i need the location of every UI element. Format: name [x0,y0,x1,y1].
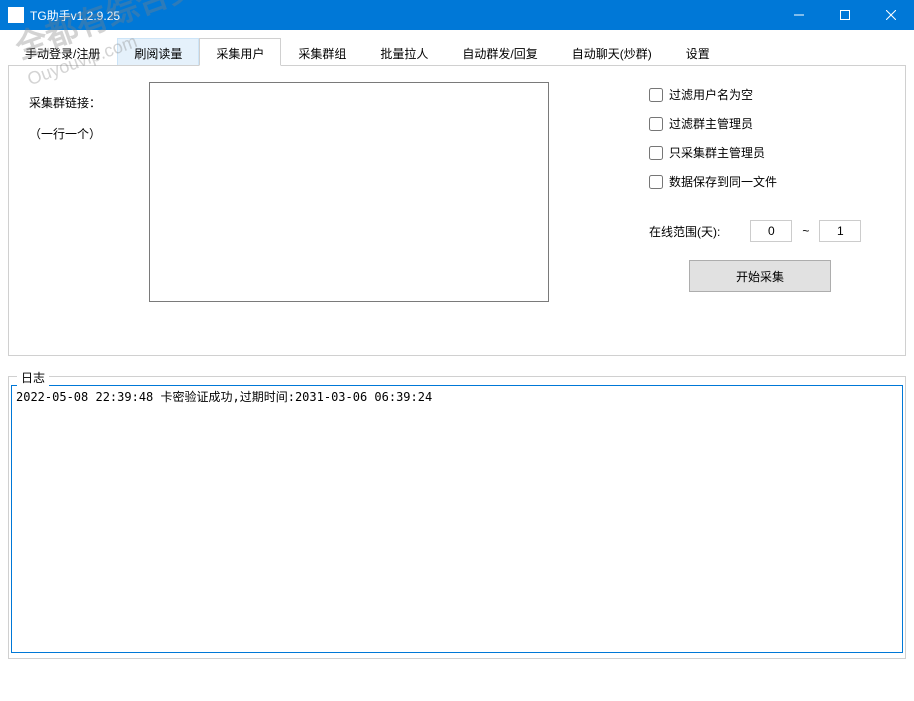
range-separator: ~ [802,224,809,238]
log-output[interactable] [11,385,903,653]
maximize-button[interactable] [822,0,868,30]
tab-settings[interactable]: 设置 [669,38,727,65]
checkbox-only-admin[interactable] [649,146,663,160]
tab-auto-send[interactable]: 自动群发/回复 [445,38,554,65]
checkbox-label: 过滤用户名为空 [669,86,753,103]
tab-auto-chat[interactable]: 自动聊天(炒群) [555,38,669,65]
checkbox-label: 过滤群主管理员 [669,115,753,132]
group-links-input[interactable] [149,82,549,302]
log-title: 日志 [17,369,49,386]
tab-collect-groups[interactable]: 采集群组 [281,38,363,65]
range-label: 在线范围(天): [649,223,720,240]
tab-collect-users[interactable]: 采集用户 [199,38,281,66]
checkbox-save-same-file[interactable] [649,175,663,189]
app-icon [8,7,24,23]
start-collect-button[interactable]: 开始采集 [689,260,831,292]
window-title: TG助手v1.2.9.25 [30,7,776,24]
link-hint: （一行一个） [29,125,149,142]
tab-manual-login[interactable]: 手动登录/注册 [8,38,117,65]
tab-panel: 采集群链接： （一行一个） 过滤用户名为空 过滤群主管理员 只采集群主管理员 [8,66,906,356]
log-fieldset: 日志 [8,376,906,659]
range-to-input[interactable] [819,220,861,242]
link-label: 采集群链接： [29,94,149,111]
tab-bar: 手动登录/注册 刷阅读量 采集用户 采集群组 批量拉人 自动群发/回复 自动聊天… [8,38,906,66]
checkbox-filter-empty-username[interactable] [649,88,663,102]
checkbox-label: 只采集群主管理员 [669,144,765,161]
checkbox-filter-admin[interactable] [649,117,663,131]
range-from-input[interactable] [750,220,792,242]
titlebar: TG助手v1.2.9.25 [0,0,914,30]
tab-batch-invite[interactable]: 批量拉人 [363,38,445,65]
minimize-button[interactable] [776,0,822,30]
close-button[interactable] [868,0,914,30]
tab-read-count[interactable]: 刷阅读量 [117,38,199,65]
checkbox-label: 数据保存到同一文件 [669,173,777,190]
